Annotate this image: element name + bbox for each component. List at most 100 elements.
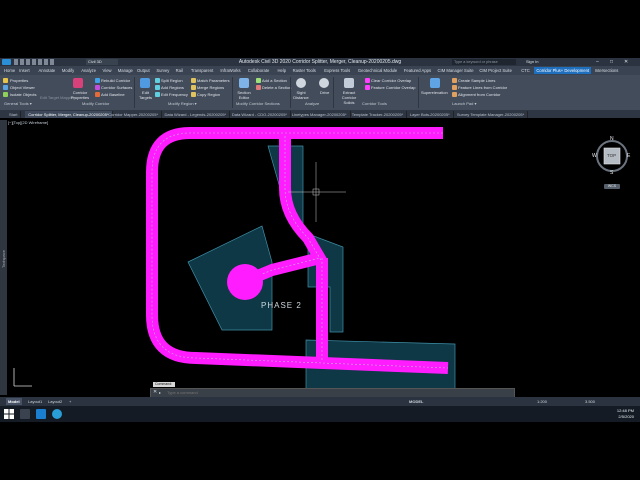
precision-value[interactable]: 3.500 bbox=[583, 398, 597, 405]
ribbon-tab-13[interactable]: Help bbox=[277, 68, 286, 73]
feature-overlap-button[interactable]: Feature Corridor Overlap bbox=[371, 85, 415, 90]
ribbon-tab-14[interactable]: Raster Tools bbox=[293, 68, 316, 73]
ribbon-tab-20[interactable]: CTC bbox=[521, 68, 530, 73]
close-command-icon[interactable]: ✕ bbox=[153, 389, 157, 396]
document-tab-3[interactable]: Data Wizard - Legends-20200205* bbox=[162, 111, 231, 118]
document-tab-0[interactable]: Start bbox=[6, 111, 22, 118]
ribbon-tab-18[interactable]: CIM Manager Suite bbox=[438, 68, 474, 73]
add-regions-button[interactable]: Add Regions bbox=[161, 85, 184, 90]
group-label-modify-corridor: Modify Corridor bbox=[82, 101, 110, 106]
ribbon-tab-15[interactable]: Express Tools bbox=[324, 68, 350, 73]
ribbon-tab-5[interactable]: View bbox=[103, 68, 112, 73]
document-tab-4[interactable]: Data Wizard - CDO-20200205* bbox=[229, 111, 291, 118]
document-tab-6[interactable]: Template Tracker-20200205* bbox=[349, 111, 408, 118]
object-viewer-icon bbox=[3, 85, 8, 90]
command-input[interactable] bbox=[167, 389, 497, 396]
add-baseline-icon bbox=[95, 92, 100, 97]
ribbon-tab-11[interactable]: InfraWorks bbox=[220, 68, 240, 73]
section-editor-button[interactable]: Section Editor bbox=[234, 90, 254, 100]
system-clock[interactable]: 12:48 PM 2/5/2020 bbox=[617, 408, 634, 420]
document-tab-1[interactable]: Corridor Splitter, Merger, Cleanup-20200… bbox=[25, 111, 113, 118]
superelevation-button[interactable]: Superelevation bbox=[421, 90, 448, 95]
viewcube-east[interactable]: E bbox=[627, 153, 630, 159]
sight-distance-button[interactable]: Sight Distance bbox=[292, 90, 310, 100]
object-viewer-button[interactable]: Object Viewer bbox=[10, 85, 35, 90]
ribbon-tab-8[interactable]: Survey bbox=[156, 68, 169, 73]
annotation-scale[interactable]: 1:200 bbox=[535, 398, 549, 405]
sample-lines-button[interactable]: Create Sample Lines bbox=[458, 78, 495, 83]
feature-lines-button[interactable]: Feature Lines from Corridor bbox=[458, 85, 507, 90]
copy-region-button[interactable]: Copy Region bbox=[197, 92, 220, 97]
corridor-properties-icon bbox=[73, 78, 83, 88]
ribbon-tab-19[interactable]: CIM Project Suite bbox=[479, 68, 512, 73]
add-layout-icon[interactable]: + bbox=[67, 398, 73, 405]
ribbon-tab-6[interactable]: Manage bbox=[118, 68, 133, 73]
command-history: Command: bbox=[153, 382, 175, 387]
windows-start-icon[interactable] bbox=[4, 409, 14, 419]
ribbon-tab-12[interactable]: Collaborate bbox=[248, 68, 269, 73]
edit-frequency-button[interactable]: Edit Frequency bbox=[161, 92, 188, 97]
windows-taskbar: 12:48 PM 2/5/2020 bbox=[0, 406, 640, 422]
document-tab-7[interactable]: Layer Bots-20200205* bbox=[407, 111, 454, 118]
app-taskbar-icon[interactable] bbox=[52, 409, 62, 419]
search-input[interactable]: Type a keyword or phrase bbox=[452, 59, 516, 65]
viewcube-north[interactable]: N bbox=[610, 136, 614, 142]
alignment-from-corridor-button[interactable]: Alignment from Corridor bbox=[458, 92, 500, 97]
add-regions-icon bbox=[155, 85, 160, 90]
add-baseline-button[interactable]: Add Baseline bbox=[101, 92, 125, 97]
minimize-button[interactable]: – bbox=[596, 59, 602, 65]
civil3d-taskbar-icon[interactable] bbox=[36, 409, 46, 419]
drawing-canvas[interactable]: PHASE 2 bbox=[0, 118, 640, 398]
viewcube[interactable]: TOP N S E W bbox=[592, 136, 632, 176]
sign-in-button[interactable]: Sign In bbox=[526, 59, 548, 65]
corridor-properties-button[interactable]: Corridor Properties bbox=[70, 90, 90, 100]
clear-overlap-button[interactable]: Clear Corridor Overlap bbox=[371, 78, 411, 83]
document-tab-8[interactable]: Survey Template Manager-20200205* bbox=[454, 111, 529, 118]
feature-lines-icon bbox=[452, 85, 457, 90]
ribbon-tab-2[interactable]: Annotate bbox=[39, 68, 56, 73]
viewcube-south[interactable]: S bbox=[610, 170, 613, 176]
ribbon-tab-3[interactable]: Modify bbox=[62, 68, 74, 73]
properties-button[interactable]: Properties bbox=[10, 78, 28, 83]
group-label-general-tools[interactable]: General Tools ▾ bbox=[4, 101, 32, 106]
maximize-button[interactable]: □ bbox=[610, 59, 616, 65]
add-section-button[interactable]: Add a Section bbox=[262, 78, 287, 83]
match-parameters-button[interactable]: Match Parameters bbox=[197, 78, 230, 83]
document-tab-5[interactable]: Linetypes Manager-20200205* bbox=[289, 111, 351, 118]
ribbon-tab-1[interactable]: Insert bbox=[19, 68, 29, 73]
alignment-from-corridor-icon bbox=[452, 92, 457, 97]
group-label-launch-pad[interactable]: Launch Pad ▾ bbox=[452, 101, 476, 106]
wcs-menu[interactable]: WCS bbox=[604, 184, 620, 189]
document-tab-2[interactable]: Corridor Mapper-20200205* bbox=[105, 111, 163, 118]
ribbon-tab-17[interactable]: Featured Apps bbox=[404, 68, 431, 73]
ribbon-tab-21[interactable]: Corridor Plus+ Development bbox=[534, 67, 592, 74]
ribbon-tab-22[interactable]: Intersections bbox=[595, 68, 619, 73]
drive-button[interactable]: Drive bbox=[320, 90, 329, 95]
layout-tab-layout2[interactable]: Layout2 bbox=[46, 398, 64, 405]
layout-tab-layout1[interactable]: Layout1 bbox=[26, 398, 44, 405]
group-label-modify-region[interactable]: Modify Region ▾ bbox=[168, 101, 197, 106]
rebuild-corridor-button[interactable]: Rebuild Corridor bbox=[101, 78, 130, 83]
ribbon-tab-4[interactable]: Analyze bbox=[81, 68, 96, 73]
command-prompt-icon[interactable]: ▸ bbox=[159, 389, 161, 396]
close-button[interactable]: ✕ bbox=[624, 59, 630, 65]
corridor-surfaces-button[interactable]: Corridor Surfaces bbox=[101, 85, 132, 90]
ribbon-tab-0[interactable]: Home bbox=[4, 68, 15, 73]
ribbon-tab-9[interactable]: Rail bbox=[176, 68, 183, 73]
model-space-toggle[interactable]: MODEL bbox=[407, 398, 425, 405]
ribbon-tab-16[interactable]: Geotechnical Module bbox=[358, 68, 397, 73]
edit-targets-button[interactable]: Edit Targets bbox=[137, 90, 154, 100]
merge-regions-button[interactable]: Merge Regions bbox=[197, 85, 224, 90]
viewcube-top[interactable]: TOP bbox=[607, 153, 616, 158]
delete-section-button[interactable]: Delete a Section bbox=[262, 85, 291, 90]
viewport-controls[interactable]: [−][Top][2D Wireframe] bbox=[8, 120, 48, 125]
layout-tab-model[interactable]: Model bbox=[6, 398, 22, 405]
ribbon-tab-7[interactable]: Output bbox=[137, 68, 150, 73]
viewcube-west[interactable]: W bbox=[592, 153, 597, 159]
toolspace-palette[interactable]: Toolspace bbox=[0, 120, 7, 395]
file-explorer-icon[interactable] bbox=[20, 409, 30, 419]
isolate-objects-button[interactable]: Isolate Objects bbox=[10, 92, 36, 97]
ribbon-tab-10[interactable]: Transparent bbox=[191, 68, 213, 73]
extract-solids-button[interactable]: Extract Corridor Solids bbox=[336, 90, 362, 105]
split-region-button[interactable]: Split Region bbox=[161, 78, 183, 83]
